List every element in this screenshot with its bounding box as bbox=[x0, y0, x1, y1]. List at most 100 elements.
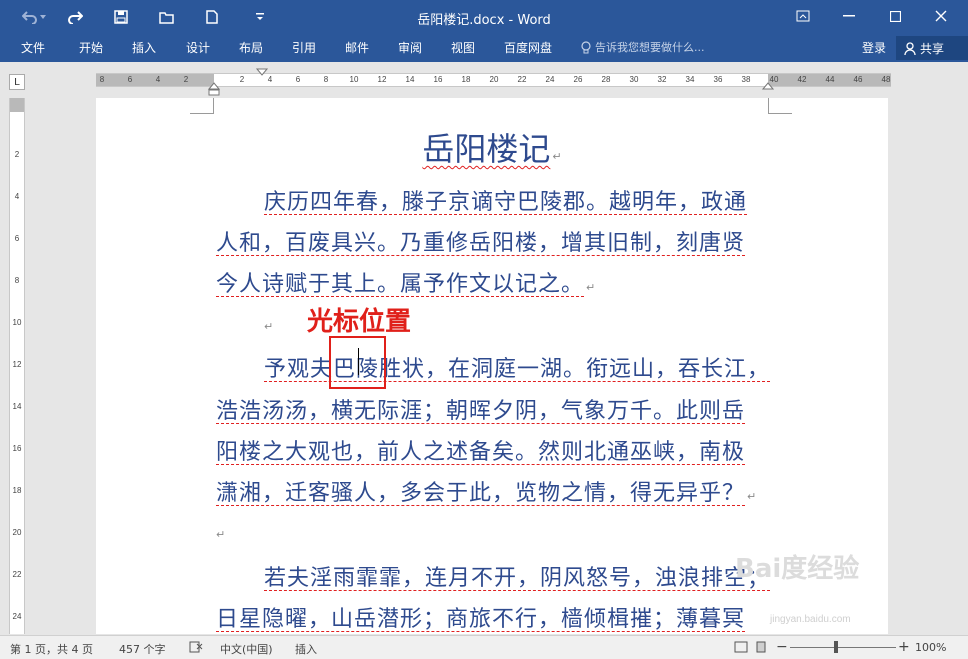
vertical-ruler-tick-label: 16 bbox=[12, 444, 22, 453]
line-text: 今人诗赋于其上。属予作文以记之。 bbox=[216, 272, 585, 297]
maximize-icon[interactable] bbox=[872, 0, 918, 32]
ruler-tick-label: 48 bbox=[881, 75, 891, 84]
tab-file[interactable]: 文件 bbox=[21, 39, 45, 56]
zoom-level[interactable]: 100% bbox=[915, 641, 946, 654]
ruler-tick-label: 32 bbox=[657, 75, 667, 84]
text-line[interactable]: 若夫淫雨霏霏，连月不开，阴风怒号，浊浪排空； bbox=[264, 560, 770, 592]
tab-references[interactable]: 引用 bbox=[292, 39, 316, 56]
status-bar: 第 1 页，共 4 页 457 个字 中文(中国) 插入 − + 100% bbox=[0, 635, 968, 659]
ruler-tick-label: 8 bbox=[323, 75, 329, 84]
language-indicator[interactable]: 中文(中国) bbox=[220, 641, 273, 657]
ruler-tick-label: 6 bbox=[127, 75, 133, 84]
tab-review[interactable]: 审阅 bbox=[398, 39, 422, 56]
person-icon bbox=[904, 41, 916, 55]
zoom-in-icon[interactable]: + bbox=[898, 639, 910, 655]
tab-layout[interactable]: 布局 bbox=[239, 39, 263, 56]
print-layout-icon[interactable] bbox=[754, 641, 768, 656]
vertical-ruler-tick-label: 18 bbox=[12, 486, 22, 495]
paragraph-mark: ↵ bbox=[586, 281, 597, 294]
paragraph-mark: ↵ bbox=[552, 150, 562, 163]
ribbon-tabs: 文件 开始 插入 设计 布局 引用 邮件 审阅 视图 百度网盘 告诉我您想要做什… bbox=[0, 34, 968, 62]
ruler-tick-label: 36 bbox=[713, 75, 723, 84]
top-margin-zone bbox=[10, 98, 24, 112]
vertical-ruler-tick-label: 12 bbox=[12, 360, 22, 369]
tab-insert[interactable]: 插入 bbox=[132, 39, 156, 56]
word-count[interactable]: 457 个字 bbox=[119, 641, 166, 657]
first-line-indent-marker[interactable] bbox=[256, 68, 268, 76]
line-text: 若夫淫雨霏霏，连月不开，阴风怒号，浊浪排空； bbox=[264, 566, 771, 591]
insert-mode[interactable]: 插入 bbox=[295, 641, 317, 657]
login-link[interactable]: 登录 bbox=[862, 39, 886, 56]
tell-me-text: 告诉我您想要做什么... bbox=[595, 41, 705, 54]
minimize-icon[interactable] bbox=[826, 0, 872, 32]
empty-paragraph-mark: ↵ bbox=[264, 320, 274, 333]
ruler-tick-label: 4 bbox=[155, 75, 161, 84]
tab-home[interactable]: 开始 bbox=[79, 39, 103, 56]
baidu-watermark: Bai度经验 bbox=[735, 554, 860, 584]
tab-mailings[interactable]: 邮件 bbox=[345, 39, 369, 56]
ruler-tick-label: 20 bbox=[489, 75, 499, 84]
proofing-icon[interactable] bbox=[189, 641, 203, 656]
vertical-ruler-tick-label: 24 bbox=[12, 612, 22, 621]
ruler-tick-label: 2 bbox=[239, 75, 245, 84]
zoom-slider[interactable] bbox=[790, 647, 896, 648]
vertical-ruler-tick-label: 6 bbox=[14, 234, 20, 243]
text-line[interactable]: 庆历四年春，滕子京谪守巴陵郡。越明年，政通 bbox=[264, 184, 747, 216]
share-label: 共享 bbox=[920, 41, 945, 56]
line-text: 潇湘，迁客骚人，多会于此，览物之情，得无异乎？ bbox=[216, 481, 746, 506]
ruler-tick-label: 8 bbox=[99, 75, 105, 84]
right-indent-marker[interactable] bbox=[762, 82, 774, 90]
ruler-tick-label: 28 bbox=[601, 75, 611, 84]
text-line[interactable]: 今人诗赋于其上。属予作文以记之。 ↵ bbox=[216, 266, 596, 298]
share-button[interactable]: 共享 bbox=[896, 36, 968, 60]
zoom-slider-thumb[interactable] bbox=[834, 641, 838, 653]
text-line[interactable]: 日星隐曜，山岳潜形；商旅不行，樯倾楫摧；薄暮冥 bbox=[216, 601, 745, 633]
read-mode-icon[interactable] bbox=[734, 641, 748, 656]
watermark-url: jingyan.baidu.com bbox=[770, 614, 851, 625]
tab-design[interactable]: 设计 bbox=[186, 39, 210, 56]
text-cursor bbox=[358, 348, 359, 375]
empty-paragraph-mark: ↵ bbox=[216, 528, 226, 541]
vertical-ruler-tick-label: 10 bbox=[12, 318, 22, 327]
ribbon-display-options-icon[interactable] bbox=[780, 0, 826, 32]
vertical-ruler-tick-label: 2 bbox=[14, 150, 20, 159]
ruler-tick-label: 30 bbox=[629, 75, 639, 84]
cursor-position-label: 光标位置 bbox=[307, 307, 412, 337]
title-bar: 岳阳楼记.docx - Word bbox=[0, 0, 968, 34]
ruler-tick-label: 22 bbox=[517, 75, 527, 84]
ruler-tick-label: 46 bbox=[853, 75, 863, 84]
text-line[interactable]: 人和，百废具兴。乃重修岳阳楼，增其旧制，刻唐贤 bbox=[216, 225, 745, 257]
ruler-tick-label: 4 bbox=[267, 75, 273, 84]
ruler-tick-label: 44 bbox=[825, 75, 835, 84]
document-title-text: 岳阳楼记 bbox=[422, 130, 551, 168]
ruler-tick-label: 34 bbox=[685, 75, 695, 84]
vertical-ruler-tick-label: 20 bbox=[12, 528, 22, 537]
tab-stop-selector[interactable]: L bbox=[9, 74, 25, 90]
lightbulb-icon bbox=[581, 40, 591, 53]
paragraph-mark: ↵ bbox=[747, 490, 758, 503]
tab-baidu-netdisk[interactable]: 百度网盘 bbox=[504, 39, 552, 56]
line-text: 阳楼之大观也，前人之述备矣。然则北通巫峡，南极 bbox=[216, 440, 746, 465]
zoom-out-icon[interactable]: − bbox=[776, 639, 788, 655]
vertical-ruler[interactable]: 2 4 6 8 10 12 14 16 18 20 22 24 bbox=[9, 98, 25, 634]
left-indent-marker[interactable] bbox=[208, 82, 220, 96]
text-line[interactable]: 阳楼之大观也，前人之述备矣。然则北通巫峡，南极 bbox=[216, 434, 745, 466]
ruler-tick-label: 2 bbox=[183, 75, 189, 84]
text-line[interactable]: 潇湘，迁客骚人，多会于此，览物之情，得无异乎？ ↵ bbox=[216, 475, 757, 507]
tab-view[interactable]: 视图 bbox=[451, 39, 475, 56]
close-icon[interactable] bbox=[918, 0, 964, 32]
crop-mark-top-left bbox=[190, 98, 214, 114]
line-text: 浩浩汤汤，横无际涯；朝晖夕阴，气象万千。此则岳 bbox=[216, 399, 746, 424]
vertical-ruler-tick-label: 4 bbox=[14, 192, 20, 201]
ruler-tick-label: 18 bbox=[461, 75, 471, 84]
vertical-scrollbar[interactable] bbox=[950, 98, 968, 634]
tell-me-search[interactable]: 告诉我您想要做什么... bbox=[581, 39, 705, 55]
ruler-tick-label: 16 bbox=[433, 75, 443, 84]
vertical-ruler-tick-label: 22 bbox=[12, 570, 22, 579]
document-title[interactable]: 岳阳楼记 ↵ bbox=[96, 124, 888, 170]
page-count[interactable]: 第 1 页，共 4 页 bbox=[10, 641, 93, 657]
ruler-tick-label: 26 bbox=[573, 75, 583, 84]
line-text: 人和，百废具兴。乃重修岳阳楼，增其旧制，刻唐贤 bbox=[216, 231, 746, 256]
text-line[interactable]: 浩浩汤汤，横无际涯；朝晖夕阴，气象万千。此则岳 bbox=[216, 393, 745, 425]
line-text: 庆历四年春，滕子京谪守巴陵郡。越明年，政通 bbox=[264, 190, 748, 215]
